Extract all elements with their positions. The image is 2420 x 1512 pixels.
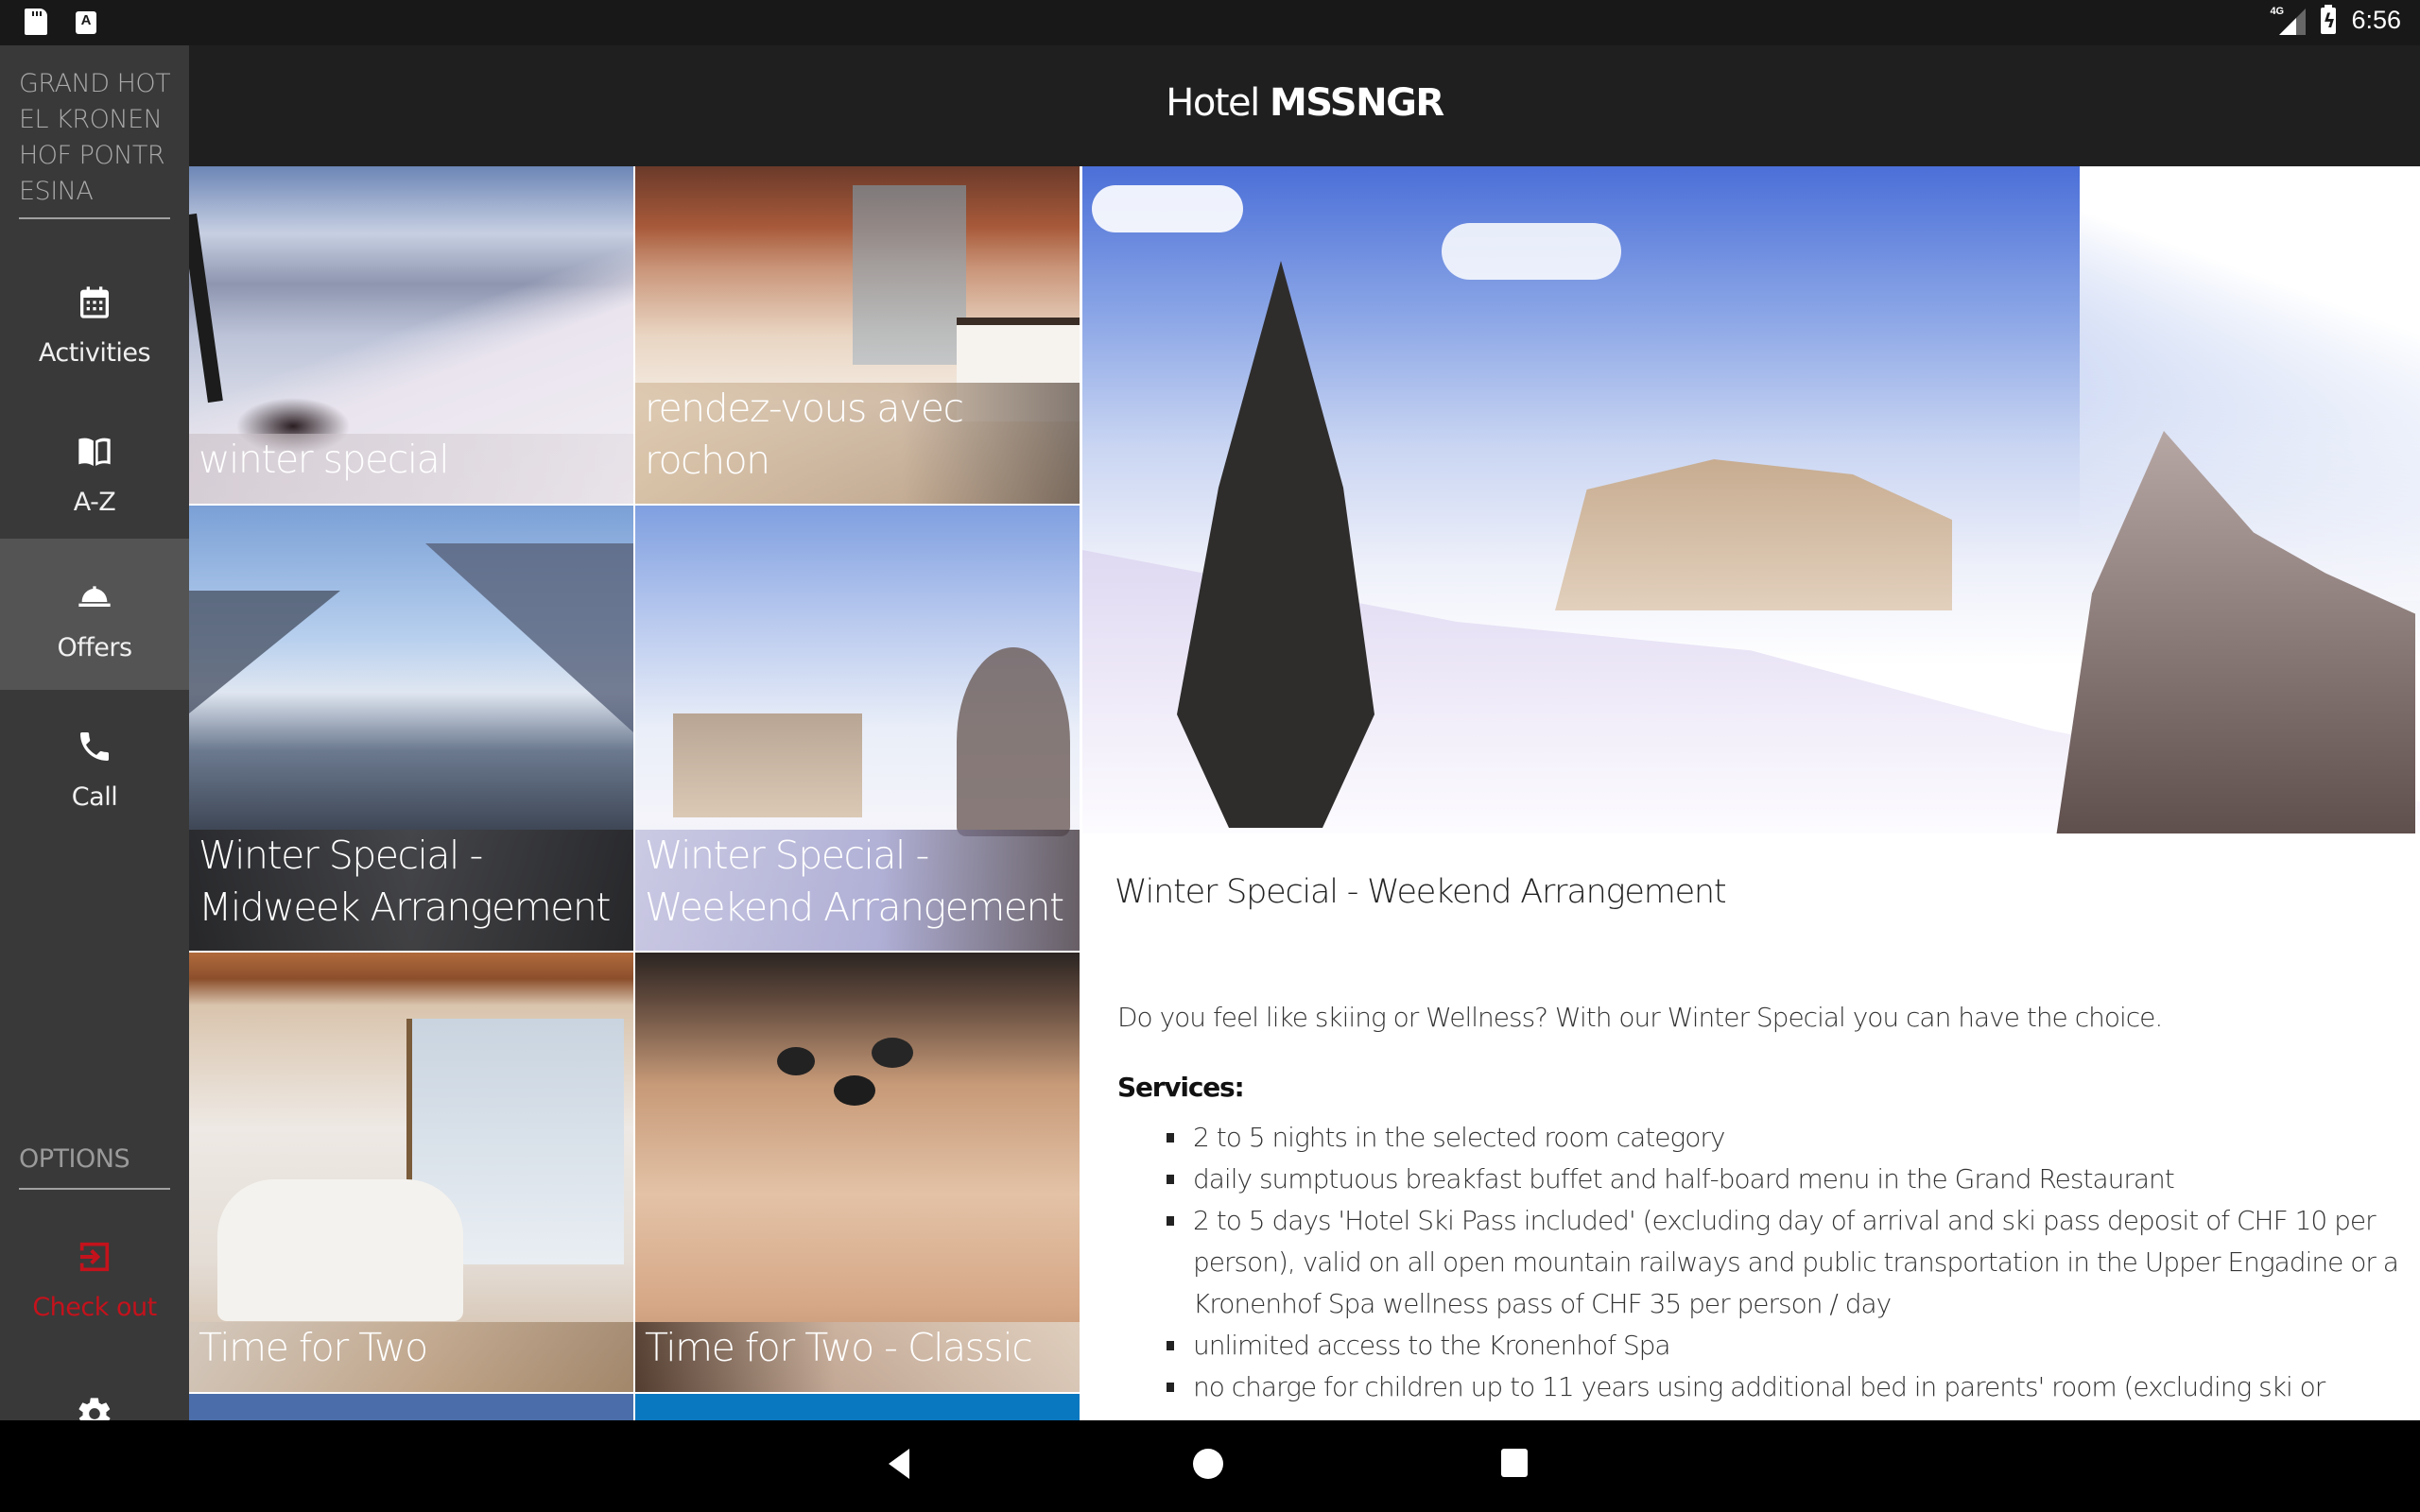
options-heading: OPTIONS (19, 1144, 130, 1174)
offer-tile[interactable]: Time for Two (189, 953, 633, 1392)
offer-caption: Time for Two - Classic (635, 1322, 1080, 1392)
list-item: 2 to 5 days 'Hotel Ski Pass included' (e… (1117, 1200, 2412, 1325)
phone-icon (80, 732, 109, 761)
list-item: no charge for children up to 11 years us… (1117, 1366, 2412, 1408)
offer-caption: rendez-vous avec rochon (635, 383, 1080, 504)
recents-button[interactable] (1501, 1449, 1528, 1477)
checkout-label: Check out (32, 1293, 157, 1322)
offer-caption: Time for Two (189, 1322, 633, 1392)
offer-hero-image (1082, 166, 2420, 833)
offer-caption: Winter Special - Midweek Arrangement (189, 830, 633, 951)
bell-icon (78, 586, 111, 607)
sidebar-item-label: Offers (57, 633, 132, 662)
list-item: 2 to 5 nights in the selected room categ… (1117, 1117, 2412, 1159)
offer-tile[interactable]: Winter Special - Weekend Arrangement (635, 506, 1080, 951)
system-nav-bar (0, 1420, 2420, 1512)
status-bar: A 4G 6:56 (0, 0, 2420, 45)
list-item: unlimited access to the Kronenhof Spa (1117, 1325, 2412, 1366)
offer-title: Winter Special - Weekend Arrangement (1115, 873, 1727, 911)
offers-grid: winter special rendez-vous avec rochon W… (189, 166, 1082, 1420)
sidebar: GRAND HOTEL KRONENHOF PONTRESINA Activit… (0, 45, 189, 1420)
offer-tile[interactable] (635, 1394, 1080, 1420)
sidebar-item-label: Call (71, 782, 118, 812)
app-title: Hotel MSSNGR (1166, 81, 1444, 125)
sidebar-item-a-z[interactable]: A-Z (0, 393, 189, 544)
app-header: Hotel MSSNGR (189, 45, 2420, 166)
home-button[interactable] (1193, 1449, 1223, 1479)
back-button[interactable] (889, 1449, 909, 1479)
checkout-button[interactable]: Check out (0, 1227, 189, 1359)
sidebar-item-label: Activities (38, 338, 151, 368)
offer-tile[interactable]: Winter Special - Midweek Arrangement (189, 506, 633, 951)
sidebar-item-call[interactable]: Call (0, 688, 189, 839)
signal-icon: 4G (2270, 6, 2307, 35)
offer-tile[interactable]: rendez-vous avec rochon (635, 166, 1080, 504)
book-icon (78, 438, 111, 466)
sidebar-item-activities[interactable]: Activities (0, 244, 189, 395)
checkout-icon (79, 1242, 110, 1272)
sidebar-item-label: A-Z (73, 488, 116, 517)
sd-card-icon (25, 9, 47, 35)
services-heading: Services: (1117, 1072, 1245, 1103)
services-list: 2 to 5 nights in the selected room categ… (1117, 1117, 2412, 1408)
offer-tile[interactable]: Time for Two - Classic (635, 953, 1080, 1392)
offer-intro: Do you feel like skiing or Wellness? Wit… (1117, 1002, 2163, 1033)
hotel-name: GRAND HOTEL KRONENHOF PONTRESINA (19, 69, 171, 206)
sidebar-item-offers[interactable]: Offers (0, 539, 189, 690)
a-notification-icon: A (76, 11, 96, 34)
sidebar-divider (19, 217, 170, 219)
battery-charging-icon (2321, 4, 2337, 34)
list-item: daily sumptuous breakfast buffet and hal… (1117, 1159, 2412, 1200)
options-divider (19, 1188, 170, 1190)
offer-detail: Winter Special - Weekend Arrangement Do … (1082, 166, 2420, 1420)
clock: 6:56 (2351, 6, 2401, 34)
offer-caption: Winter Special - Weekend Arrangement (635, 830, 1080, 951)
offer-tile[interactable] (189, 1394, 633, 1420)
calendar-icon (80, 286, 109, 318)
offer-caption: winter special (189, 434, 633, 504)
gear-icon[interactable] (76, 1395, 113, 1420)
offer-tile[interactable]: winter special (189, 166, 633, 504)
